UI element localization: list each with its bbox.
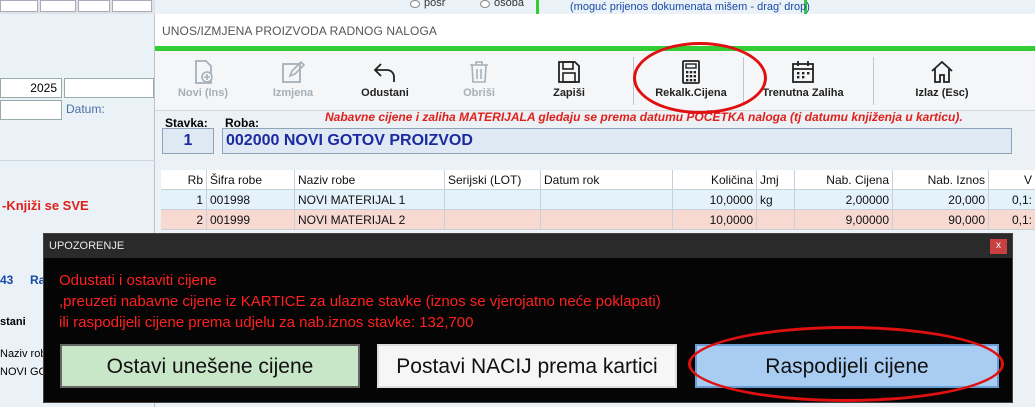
new-document-icon [195,60,213,84]
toolbar-separator [873,57,874,105]
zapisi-label: Zapiši [553,87,585,99]
annotation-ellipse [633,42,767,114]
grid-cell: NOVI MATERIJAL 1 [295,190,445,210]
grid-cell [445,190,541,210]
grid-cell: 2,00000 [795,190,893,210]
calendar-icon [792,61,814,83]
izmjena-button[interactable]: Izmjena [251,51,335,109]
osoba-label: osoba [494,0,524,9]
grid-cell: 0,1: [1011,193,1032,207]
divider [0,160,155,161]
price-note: Nabavne cijene i zaliha MATERIJALA gleda… [325,110,963,124]
annotation-ellipse [688,326,1004,402]
obrisi-button[interactable]: Obriši [439,51,519,109]
grid-header-cell[interactable]: Količina [673,170,757,190]
materijal-grid: Rb Šifra robe Naziv robe Serijski (LOT) … [161,170,1035,230]
grid-cell: 90,000 [893,210,989,230]
background-field[interactable] [40,0,76,12]
grid-cell: 10,0000 [673,210,757,230]
trenutna-label: Trenutna Zaliha [762,87,844,99]
radio-icon[interactable] [480,0,490,8]
green-divider [536,0,539,14]
home-icon [931,60,953,83]
grid-header-cell[interactable]: Rb [161,170,207,190]
dialog-title: UPOZORENJE [44,234,1012,258]
odustani-label: Odustani [361,87,409,99]
dialog-message-line2: ,preuzeti nabavne cijene iz KARTICE za u… [59,293,661,310]
edit-icon [282,60,306,83]
grid-header-cell[interactable]: Naziv robe [295,170,445,190]
table-row[interactable]: 1 001998 NOVI MATERIJAL 1 10,0000 kg 2,0… [161,190,1035,210]
toolbar: Novi (Ins) Izmjena Odustani Obriši Zapiš… [155,51,1035,111]
background-field[interactable] [78,0,110,12]
close-icon[interactable]: x [990,239,1007,254]
novi-label: Novi (Ins) [177,87,229,99]
izlaz-label: Izlaz (Esc) [915,87,969,99]
grid-cell: 001998 [207,190,295,210]
grid-cell: 2 [161,210,207,230]
grid-header-cell[interactable]: Nab. Iznos [893,170,989,190]
stavka-field[interactable]: 1 [162,128,214,154]
grid-cell: kg [757,190,795,210]
grid-header-row: Rb Šifra robe Naziv robe Serijski (LOT) … [161,170,1035,190]
grid-header-cell[interactable]: Nab. Cijena [795,170,893,190]
trash-icon [470,61,488,83]
grid-cell [445,210,541,230]
odustani-button[interactable]: Odustani [343,51,427,109]
ostavi-cijene-button[interactable]: Ostavi unešene cijene [60,344,360,388]
table-row[interactable]: 2 001999 NOVI MATERIJAL 2 10,0000 9,0000… [161,210,1035,230]
grid-cell [541,210,673,230]
grid-header-cell[interactable]: Datum rok [541,170,673,190]
drag-hint: (moguć prijenos dokumenata mišem - drag'… [570,1,810,13]
roba-field[interactable]: 002000 NOVI GOTOV PROIZVOD [222,128,1012,154]
grid-header-cell[interactable]: Jmj [757,170,795,190]
grid-cell [757,210,795,230]
grid-cell: 20,000 [893,190,989,210]
dialog-message-line1: Odustati i ostaviti cijene [59,272,217,289]
background-field[interactable] [0,0,38,12]
grid-cell: 10,0000 [673,190,757,210]
window-title: UNOS/IZMJENA PROIZVODA RADNOG NALOGA [155,14,1035,46]
grid-header-cell[interactable]: Šifra robe [207,170,295,190]
postavi-nacij-button[interactable]: Postavi NACIJ prema kartici [377,344,677,388]
grid-cell: 9,00000 [795,210,893,230]
novi-button[interactable]: Novi (Ins) [163,51,243,109]
posr-label: posr [424,0,446,9]
radio-icon[interactable] [410,0,420,8]
obrisi-label: Obriši [463,87,495,99]
upozorenje-dialog: UPOZORENJE x Odustati i ostaviti cijene … [43,233,1013,403]
izlaz-button[interactable]: Izlaz (Esc) [895,51,989,109]
grid-cell: 1 [161,190,207,210]
grid-cell: 001999 [207,210,295,230]
grid-header-cell[interactable]: Serijski (LOT) [445,170,541,190]
background-field[interactable] [112,0,152,12]
dialog-message-line3: ili raspodijeli cijene prema udjelu za n… [59,314,474,331]
zapisi-button[interactable]: Zapiši [529,51,609,109]
grid-header-cell[interactable]: V [989,170,1035,190]
grid-cell: NOVI MATERIJAL 2 [295,210,445,230]
undo-icon [373,63,395,82]
grid-cell: 0,1: [1011,213,1032,227]
grid-cell [541,190,673,210]
save-icon [558,61,580,83]
izmjena-label: Izmjena [272,87,314,99]
